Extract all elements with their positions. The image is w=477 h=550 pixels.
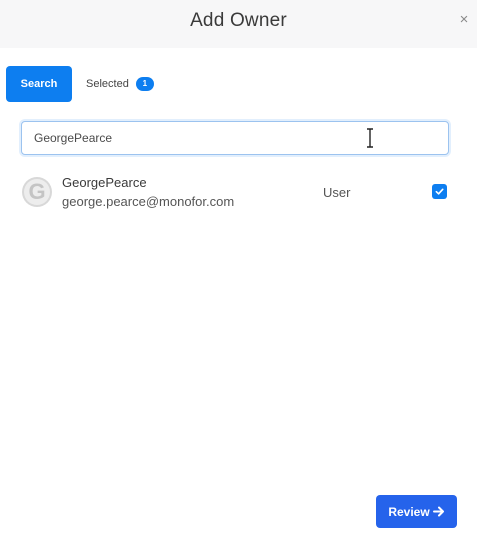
tab-search[interactable]: Search	[6, 66, 72, 102]
avatar: G	[22, 177, 52, 207]
close-icon[interactable]: ×	[457, 12, 471, 27]
tab-search-label: Search	[20, 78, 58, 90]
arrow-right-icon	[432, 506, 444, 517]
review-button-label: Review	[388, 504, 430, 519]
check-icon	[435, 188, 444, 195]
result-user-role: User	[323, 185, 351, 200]
review-button[interactable]: Review	[376, 495, 457, 528]
text-cursor-icon	[367, 128, 373, 148]
search-input[interactable]	[21, 121, 449, 155]
tab-selected[interactable]: Selected 1	[80, 66, 160, 102]
result-user-name: GeorgePearce	[62, 175, 147, 190]
selected-count-badge: 1	[135, 77, 154, 91]
avatar-letter: G	[24, 179, 50, 205]
select-user-checkbox[interactable]	[432, 184, 447, 199]
dialog-title: Add Owner	[190, 10, 287, 31]
dialog-header: Add Owner ×	[0, 0, 477, 48]
result-user-email: george.pearce@monofor.com	[62, 194, 235, 209]
tab-selected-label: Selected	[86, 78, 129, 90]
